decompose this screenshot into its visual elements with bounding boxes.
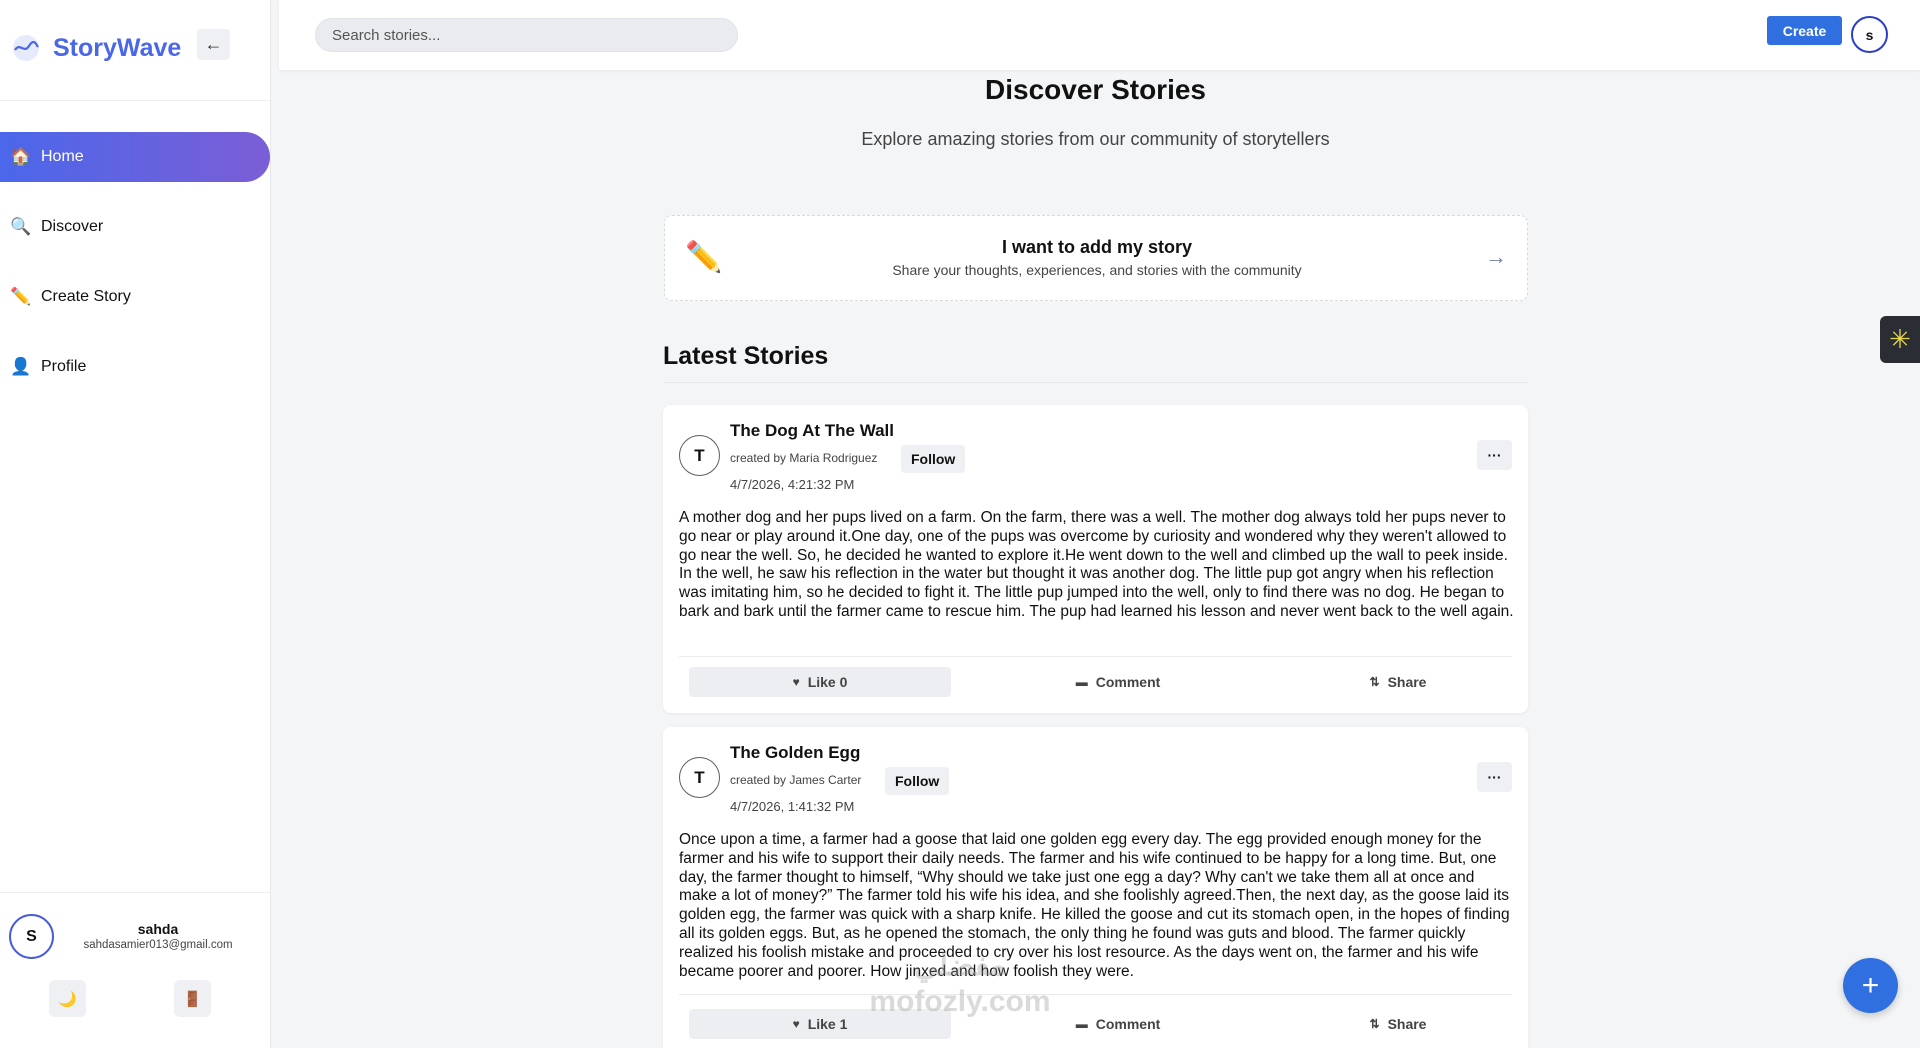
like-label: Like 1 — [807, 1016, 848, 1032]
latest-stories-heading: Latest Stories — [663, 342, 829, 370]
floating-add-button[interactable]: + — [1843, 958, 1898, 1013]
sidebar-item-profile[interactable]: 👤 Profile — [0, 342, 271, 392]
asterisk-icon: ✳ — [1889, 324, 1911, 354]
sidebar-item-label: Discover — [41, 218, 104, 235]
follow-button[interactable]: Follow — [901, 445, 966, 473]
search-icon: 🔍 — [10, 217, 32, 236]
watermark: مفضلي mofozly.com — [850, 948, 1070, 1019]
sidebar-item-label: Profile — [41, 358, 87, 375]
story-date: 4/7/2026, 4:21:32 PM — [730, 477, 855, 492]
sidebar-item-home[interactable]: 🏠 Home — [0, 132, 270, 182]
share-icon: ⇅ — [1369, 1017, 1380, 1031]
more-options-button[interactable]: ··· — [1477, 440, 1512, 470]
story-card: T The Dog At The Wall created by Maria R… — [663, 405, 1528, 713]
heart-icon: ♥ — [792, 675, 800, 689]
collapse-sidebar-button[interactable]: ← — [197, 29, 230, 60]
share-button[interactable]: ⇅ Share — [1338, 667, 1458, 697]
story-title[interactable]: The Dog At The Wall — [730, 421, 894, 441]
sidebar-item-label: Create Story — [41, 288, 131, 305]
story-card: T The Golden Egg created by James Carter… — [663, 727, 1528, 1048]
topbar: Create s — [279, 0, 1920, 70]
page-subtitle: Explore amazing stories from our communi… — [861, 129, 1330, 149]
door-icon: 🚪 — [183, 990, 202, 1008]
story-date: 4/7/2026, 1:41:32 PM — [730, 799, 855, 814]
author-avatar[interactable]: T — [679, 435, 720, 476]
sidebar-item-label: Home — [41, 148, 84, 165]
home-icon: 🏠 — [10, 147, 32, 166]
moon-icon: 🌙 — [58, 990, 77, 1008]
topbar-avatar[interactable]: s — [1851, 16, 1888, 53]
add-story-subtitle: Share your thoughts, experiences, and st… — [892, 262, 1302, 278]
user-email: sahdasamier013@gmail.com — [83, 939, 233, 951]
follow-button[interactable]: Follow — [885, 767, 950, 795]
watermark-text: مفضلي — [913, 949, 1007, 982]
sidebar-nav: 🏠 Home 🔍 Discover ✏️ Create Story 👤 Prof… — [0, 132, 271, 412]
create-button[interactable]: Create — [1767, 16, 1842, 45]
sidebar: StoryWave ← 🏠 Home 🔍 Discover ✏️ Create … — [0, 0, 271, 1048]
comment-button[interactable]: ▬ Comment — [1053, 1009, 1183, 1039]
sidebar-item-create-story[interactable]: ✏️ Create Story — [0, 272, 271, 322]
add-story-card[interactable]: ✏️ I want to add my story Share your tho… — [664, 215, 1528, 301]
comment-icon: ▬ — [1075, 675, 1088, 689]
like-button[interactable]: ♥ Like 0 — [689, 667, 951, 697]
add-story-title: I want to add my story — [1001, 237, 1193, 257]
watermark-domain: mofozly.com — [869, 985, 1051, 1018]
more-options-button[interactable]: ··· — [1477, 762, 1512, 792]
side-widget-tab[interactable]: ✳ — [1880, 316, 1920, 363]
story-author: created by James Carter — [730, 773, 862, 787]
story-author: created by Maria Rodriguez — [730, 451, 878, 465]
sidebar-item-discover[interactable]: 🔍 Discover — [0, 202, 271, 252]
author-avatar[interactable]: T — [679, 757, 720, 798]
app-logo-text[interactable]: StoryWave — [53, 34, 181, 63]
story-body: A mother dog and her pups lived on a far… — [679, 509, 1514, 620]
divider — [679, 656, 1512, 657]
heart-icon: ♥ — [792, 1017, 800, 1031]
sidebar-user-panel: S sahda sahdasamier013@gmail.com 🌙 🚪 — [0, 892, 271, 1048]
plus-icon: + — [1861, 968, 1880, 1002]
story-title[interactable]: The Golden Egg — [730, 743, 860, 763]
share-icon: ⇅ — [1369, 675, 1380, 689]
divider — [663, 382, 1528, 383]
user-name: sahda — [137, 921, 179, 937]
share-label: Share — [1387, 674, 1427, 690]
story-body: Once upon a time, a farmer had a goose t… — [679, 831, 1510, 980]
user-icon: 👤 — [10, 357, 32, 376]
comment-label: Comment — [1095, 674, 1161, 690]
divider — [679, 994, 1512, 995]
logout-button[interactable]: 🚪 — [174, 980, 211, 1017]
comment-button[interactable]: ▬ Comment — [1053, 667, 1183, 697]
sidebar-header: StoryWave ← — [0, 0, 270, 101]
user-avatar[interactable]: S — [9, 914, 54, 959]
share-button[interactable]: ⇅ Share — [1338, 1009, 1458, 1039]
search-input[interactable] — [315, 18, 738, 52]
share-label: Share — [1387, 1016, 1427, 1032]
pencil-icon: ✏️ — [10, 287, 32, 306]
comment-icon: ▬ — [1075, 1017, 1088, 1031]
arrow-right-icon: → — [1485, 244, 1507, 269]
comment-label: Comment — [1095, 1016, 1161, 1032]
page-title: Discover Stories — [985, 74, 1206, 105]
theme-toggle-button[interactable]: 🌙 — [49, 980, 86, 1017]
like-label: Like 0 — [807, 674, 848, 690]
wave-logo-icon — [13, 35, 39, 61]
